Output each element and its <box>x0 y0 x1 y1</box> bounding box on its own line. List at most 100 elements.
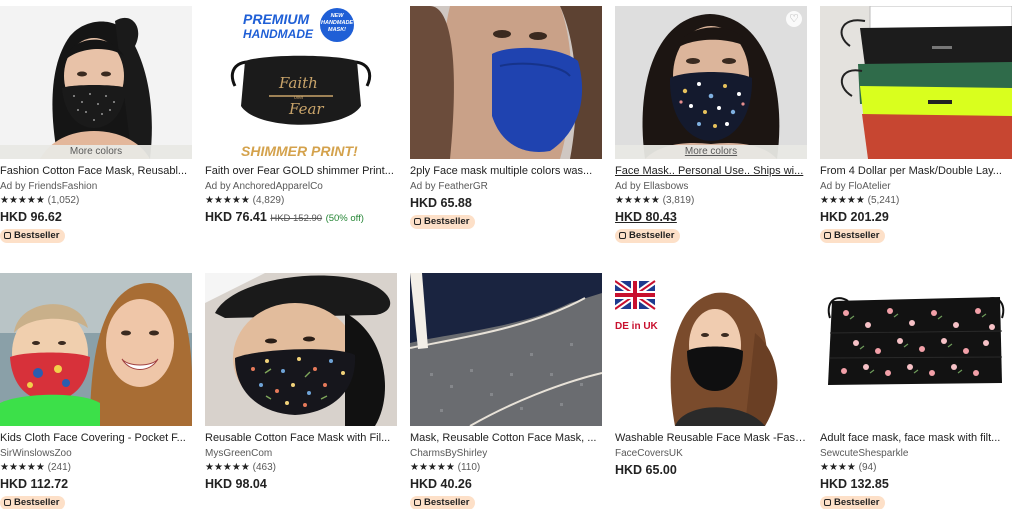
review-count: (463) <box>252 462 276 473</box>
product-image[interactable] <box>410 6 602 159</box>
rating-stars: ★★★★★ <box>205 462 250 473</box>
review-count: (3,819) <box>662 195 695 206</box>
bestseller-badge: Bestseller <box>0 229 66 243</box>
product-card[interactable]: Mask, Reusable Cotton Face Mask, ... Cha… <box>410 273 602 509</box>
product-title[interactable]: 2ply Face mask multiple colors was... <box>410 165 602 178</box>
rating: ★★★★★ (110) <box>410 462 602 474</box>
rating: ★★★★★ (241) <box>0 462 192 474</box>
product-image[interactable] <box>820 273 1012 426</box>
product-image[interactable] <box>205 273 397 426</box>
badge-icon <box>4 499 11 506</box>
product-card[interactable]: DE in UK Washable Reusable Face Mask -Fa… <box>615 273 807 478</box>
more-colors-label[interactable]: More colors <box>615 145 807 159</box>
product-card[interactable]: From 4 Dollar per Mask/Double Lay... Ad … <box>820 6 1012 243</box>
shop-name: Ad by AnchoredApparelCo <box>205 181 323 192</box>
shop-name: SirWinslowsZoo <box>0 448 72 459</box>
original-price: HKD 152.90 <box>270 213 323 224</box>
badge-icon <box>824 499 831 506</box>
product-image[interactable]: More colors <box>0 6 192 159</box>
rating-stars: ★★★★★ <box>820 195 865 206</box>
price: HKD 96.62 <box>0 210 62 224</box>
rating: ★★★★★ (1,052) <box>0 195 192 207</box>
product-image[interactable]: PREMIUM HANDMADE NEW HANDMADE MASK! Fait… <box>205 6 397 159</box>
product-title[interactable]: Adult face mask, face mask with filt... <box>820 432 1012 445</box>
price: HKD 80.43 <box>615 210 677 224</box>
bestseller-badge: Bestseller <box>410 215 476 229</box>
price: HKD 132.85 <box>820 477 889 491</box>
price: HKD 40.26 <box>410 477 472 491</box>
price: HKD 65.00 <box>615 463 677 477</box>
shimmer-text: SHIMMER PRINT! <box>241 143 358 159</box>
rating: ★★★★★ (3,819) <box>615 195 807 207</box>
flag-caption: DE in UK <box>615 321 659 332</box>
sale-price: HKD 76.41 <box>205 210 267 224</box>
badge-label: Bestseller <box>834 230 880 241</box>
shop-name: CharmsByShirley <box>410 448 488 459</box>
rating: ★★★★★ (4,829) <box>205 195 397 207</box>
product-title[interactable]: Mask, Reusable Cotton Face Mask, ... <box>410 432 602 445</box>
product-card[interactable]: More colors Fashion Cotton Face Mask, Re… <box>0 6 192 243</box>
product-card[interactable]: Kids Cloth Face Covering - Pocket F... S… <box>0 273 192 509</box>
review-count: (4,829) <box>252 195 285 206</box>
product-title[interactable]: From 4 Dollar per Mask/Double Lay... <box>820 165 1012 178</box>
review-count: (94) <box>858 462 877 473</box>
product-title[interactable]: Faith over Fear GOLD shimmer Print... <box>205 165 397 178</box>
price: HKD 112.72 <box>0 477 69 491</box>
product-card[interactable]: Reusable Cotton Face Mask with Fil... My… <box>205 273 397 492</box>
rating-stars: ★★★★★ <box>205 195 250 206</box>
rating-stars: ★★★★★ <box>0 195 45 206</box>
favorite-heart-icon[interactable]: ♡ <box>786 11 802 27</box>
badge-label: Bestseller <box>14 497 60 508</box>
badge-icon <box>414 218 421 225</box>
product-image[interactable] <box>820 6 1012 159</box>
product-card[interactable]: Adult face mask, face mask with filt... … <box>820 273 1012 509</box>
product-title[interactable]: Reusable Cotton Face Mask with Fil... <box>205 432 397 445</box>
rating: ★★★★★ (5,241) <box>820 195 1012 207</box>
more-colors-label[interactable]: More colors <box>0 145 192 159</box>
product-card[interactable]: PREMIUM HANDMADE NEW HANDMADE MASK! Fait… <box>205 6 397 226</box>
uk-flag-icon <box>615 278 657 312</box>
bestseller-badge: Bestseller <box>820 496 886 509</box>
product-title[interactable]: Face Mask.. Personal Use.. Ships wi... <box>615 165 807 178</box>
badge-label: Bestseller <box>424 216 470 227</box>
badge-icon <box>824 232 831 239</box>
product-image[interactable] <box>410 273 602 426</box>
rating-stars: ★★★★★ <box>615 195 660 206</box>
badge-icon <box>619 232 626 239</box>
review-count: (5,241) <box>867 195 900 206</box>
product-image[interactable]: ♡ More colors <box>615 6 807 159</box>
product-image[interactable] <box>0 273 192 426</box>
product-title[interactable]: Kids Cloth Face Covering - Pocket F... <box>0 432 192 445</box>
shop-name: FaceCoversUK <box>615 448 683 459</box>
price: HKD 76.41 HKD 152.90 (50% off) <box>205 210 397 226</box>
product-card[interactable]: 2ply Face mask multiple colors was... Ad… <box>410 6 602 229</box>
shop-name: MysGreenCom <box>205 448 273 459</box>
shop-name: Ad by FeatherGR <box>410 181 488 192</box>
price: HKD 201.29 <box>820 210 889 224</box>
price: HKD 65.88 <box>410 196 472 210</box>
faith-script: Faith <box>278 74 318 92</box>
review-count: (241) <box>47 462 71 473</box>
product-card[interactable]: ♡ More colors Face Mask.. Personal Use..… <box>615 6 807 243</box>
review-count: (110) <box>457 462 481 473</box>
product-title[interactable]: Washable Reusable Face Mask -Fast... <box>615 432 807 445</box>
badge-label: Bestseller <box>14 230 60 241</box>
rating: ★★★★★ (463) <box>205 462 397 474</box>
rating-stars: ★★★★ <box>820 462 856 473</box>
bestseller-badge: Bestseller <box>410 496 476 509</box>
shop-name: Ad by FriendsFashion <box>0 181 98 192</box>
badge-label: Bestseller <box>629 230 675 241</box>
shop-name: Ad by Ellasbows <box>615 181 689 192</box>
product-title[interactable]: Fashion Cotton Face Mask, Reusabl... <box>0 165 192 178</box>
bestseller-badge: Bestseller <box>820 229 886 243</box>
fear-script: Fear <box>288 100 324 118</box>
badge-icon <box>414 499 421 506</box>
premium-text: PREMIUM <box>243 11 309 27</box>
rating-stars: ★★★★★ <box>410 462 455 473</box>
bestseller-badge: Bestseller <box>615 229 681 243</box>
price: HKD 98.04 <box>205 477 267 491</box>
rating-stars: ★★★★★ <box>0 462 45 473</box>
review-count: (1,052) <box>47 195 80 206</box>
product-image[interactable]: DE in UK <box>615 273 807 426</box>
badge-icon <box>4 232 11 239</box>
